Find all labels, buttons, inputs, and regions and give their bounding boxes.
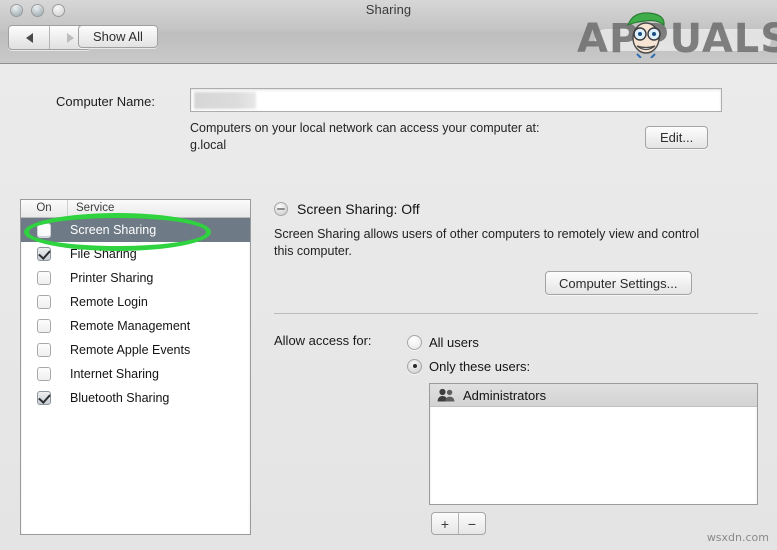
radio-option-all-users[interactable]: All users [407,330,530,354]
radio-option-only-these-users[interactable]: Only these users: [407,354,530,378]
service-checkbox-cell[interactable] [21,391,67,405]
service-checkbox-cell[interactable] [21,295,67,309]
service-checkbox-cell[interactable] [21,343,67,357]
checkbox-checked-icon[interactable] [37,391,51,405]
computer-name-input[interactable] [190,88,722,112]
services-rows-container: Screen Sharing File Sharing Printer Sharin… [21,218,250,410]
add-user-button[interactable]: + [432,513,458,534]
column-header-on: On [21,200,67,217]
service-row-remote-management[interactable]: Remote Management [21,314,250,338]
radio-all-users-label: All users [429,335,479,350]
add-remove-user-controls[interactable]: + − [431,512,486,535]
checkbox-unchecked-icon[interactable] [37,343,51,357]
allow-access-label: Allow access for: [274,333,372,348]
computer-settings-button[interactable]: Computer Settings... [545,271,692,295]
service-description: Screen Sharing allows users of other com… [274,226,714,260]
appuals-watermark-logo: APPUALS [577,6,775,60]
service-label: Bluetooth Sharing [67,391,169,405]
remove-user-button[interactable]: − [458,513,485,534]
status-off-icon [274,202,288,216]
service-label: Printer Sharing [67,271,153,285]
service-checkbox-cell[interactable] [21,223,67,237]
service-label: Remote Management [67,319,190,333]
list-item[interactable]: Administrators [430,384,757,407]
checkbox-unchecked-icon[interactable] [37,295,51,309]
service-label: Remote Login [67,295,148,309]
allowed-users-list[interactable]: Administrators [429,383,758,505]
radio-only-these-users-icon[interactable] [407,359,422,374]
window-titlebar: Sharing Show All APPUALS [0,0,777,64]
radio-all-users-icon[interactable] [407,335,422,350]
service-row-remote-apple-events[interactable]: Remote Apple Events [21,338,250,362]
service-checkbox-cell[interactable] [21,271,67,285]
column-header-service: Service [67,200,250,217]
services-list-header: On Service [21,200,250,218]
service-label: File Sharing [67,247,137,261]
service-status-row: Screen Sharing: Off [274,201,420,217]
checkbox-unchecked-icon[interactable] [37,319,51,333]
service-label: Screen Sharing [67,223,156,237]
section-divider [274,313,758,314]
service-row-bluetooth-sharing[interactable]: Bluetooth Sharing [21,386,250,410]
back-arrow-icon [26,33,33,43]
group-icon [437,388,455,402]
source-watermark: wsxdn.com [707,531,769,544]
checkbox-checked-icon[interactable] [37,247,51,261]
logo-wordmark: APPUALS [577,16,777,62]
user-group-label: Administrators [463,388,546,403]
sharing-preferences-window: Sharing Show All APPUALS [0,0,777,550]
service-row-screen-sharing[interactable]: Screen Sharing [21,218,250,242]
service-row-file-sharing[interactable]: File Sharing [21,242,250,266]
service-checkbox-cell[interactable] [21,247,67,261]
computer-name-description: Computers on your local network can acce… [190,120,630,154]
service-label: Internet Sharing [67,367,159,381]
computer-name-label: Computer Name: [56,94,155,109]
checkbox-unchecked-icon[interactable] [37,223,51,237]
network-access-line: Computers on your local network can acce… [190,120,630,137]
local-hostname: g.local [190,137,630,154]
service-row-internet-sharing[interactable]: Internet Sharing [21,362,250,386]
services-list[interactable]: On Service Screen Sharing File Sharing Pri… [20,199,251,535]
service-checkbox-cell[interactable] [21,367,67,381]
radio-only-these-users-label: Only these users: [429,359,530,374]
service-checkbox-cell[interactable] [21,319,67,333]
service-row-remote-login[interactable]: Remote Login [21,290,250,314]
checkbox-unchecked-icon[interactable] [37,367,51,381]
allow-access-radio-group[interactable]: All users Only these users: [407,330,530,378]
checkbox-unchecked-icon[interactable] [37,271,51,285]
forward-arrow-icon [67,33,74,43]
back-button[interactable] [9,26,49,49]
edit-button[interactable]: Edit... [645,126,708,149]
logo-mascot-icon [623,10,669,58]
service-status-text: Screen Sharing: Off [297,201,420,217]
show-all-button[interactable]: Show All [78,25,158,48]
service-label: Remote Apple Events [67,343,190,357]
computer-name-redaction [194,92,256,109]
service-row-printer-sharing[interactable]: Printer Sharing [21,266,250,290]
